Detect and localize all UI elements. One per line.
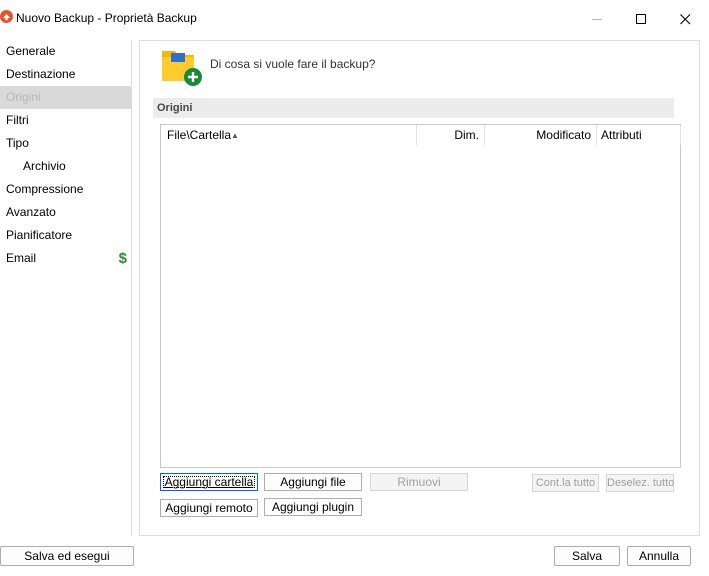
button-label: Deselez. tutto (607, 477, 675, 489)
minimize-button[interactable] (575, 0, 619, 38)
close-icon (679, 13, 690, 24)
sidebar-item-generale[interactable]: Generale (0, 40, 131, 63)
add-remote-button[interactable]: Aggiungi remoto (160, 499, 258, 517)
add-plugin-button[interactable]: Aggiungi plugin (264, 498, 362, 516)
sidebar-item-pianificatore[interactable]: Pianificatore (0, 224, 131, 247)
column-header-file[interactable]: File\Cartella▲ (161, 125, 417, 145)
sidebar-item-label: Avanzato (6, 205, 56, 219)
window-title: Nuovo Backup - Proprietà Backup (16, 11, 197, 25)
section-header-origini: Origini (153, 98, 674, 118)
dollar-icon: $ (118, 250, 127, 267)
sidebar-item-label: Origini (6, 90, 41, 104)
sources-list[interactable]: File\Cartella▲ Dim. Modificato Attributi (160, 124, 681, 468)
sidebar: Generale Destinazione Origini Filtri Tip… (0, 40, 132, 536)
sort-ascending-icon: ▲ (231, 131, 239, 140)
sidebar-item-email[interactable]: Email $ (0, 247, 131, 270)
column-header-modified[interactable]: Modificato (485, 125, 597, 145)
sidebar-item-label: Compressione (6, 182, 84, 196)
maximize-icon (635, 13, 646, 24)
sidebar-item-label: Destinazione (6, 67, 76, 81)
button-label: Aggiungi plugin (271, 500, 355, 514)
close-button[interactable] (663, 0, 707, 38)
save-and-run-button[interactable]: Salva ed esegui (0, 546, 134, 566)
column-header-label: File\Cartella (167, 128, 232, 142)
sidebar-item-destinazione[interactable]: Destinazione (0, 63, 131, 86)
sidebar-item-tipo[interactable]: Tipo (0, 132, 131, 155)
sidebar-item-label: Generale (6, 44, 56, 58)
column-header-size[interactable]: Dim. (417, 125, 485, 145)
button-label: Annulla (638, 549, 680, 563)
app-logo-icon (0, 10, 13, 23)
add-folder-button[interactable]: Aggiungi cartella (160, 473, 258, 491)
sidebar-item-label: Pianificatore (6, 228, 73, 242)
deselect-all-button[interactable]: Deselez. tutto (606, 474, 674, 492)
button-label: Salva ed esegui (24, 549, 110, 563)
button-label: Cont.la tutto (535, 477, 596, 489)
sidebar-item-label: Filtri (6, 113, 29, 127)
sidebar-item-label: Archivio (23, 159, 66, 173)
cancel-button[interactable]: Annulla (627, 546, 691, 566)
sidebar-item-label: Email (6, 251, 37, 265)
sidebar-item-archivio[interactable]: Archivio (0, 155, 131, 178)
button-label: Aggiungi cartella (164, 475, 254, 489)
column-header-attributes[interactable]: Attributi (597, 125, 681, 145)
remove-button[interactable]: Rimuovi (370, 473, 468, 491)
sidebar-item-origini[interactable]: Origini (0, 86, 131, 109)
save-button[interactable]: Salva (554, 546, 620, 566)
sidebar-item-filtri[interactable]: Filtri (0, 109, 131, 132)
sidebar-item-label: Tipo (6, 136, 29, 150)
maximize-button[interactable] (619, 0, 663, 38)
sidebar-item-compressione[interactable]: Compressione (0, 178, 131, 201)
check-all-button[interactable]: Cont.la tutto (532, 474, 599, 492)
button-label: Rimuovi (397, 475, 441, 489)
title-bar: Nuovo Backup - Proprietà Backup (0, 0, 709, 38)
add-file-button[interactable]: Aggiungi file (264, 473, 362, 491)
button-label: Salva (571, 549, 603, 563)
minimize-icon (591, 18, 602, 20)
button-label: Aggiungi remoto (165, 501, 253, 515)
sidebar-item-avanzato[interactable]: Avanzato (0, 201, 131, 224)
button-label: Aggiungi file (280, 475, 346, 489)
page-question: Di cosa si vuole fare il backup? (210, 57, 376, 71)
folder-add-icon (162, 51, 202, 86)
